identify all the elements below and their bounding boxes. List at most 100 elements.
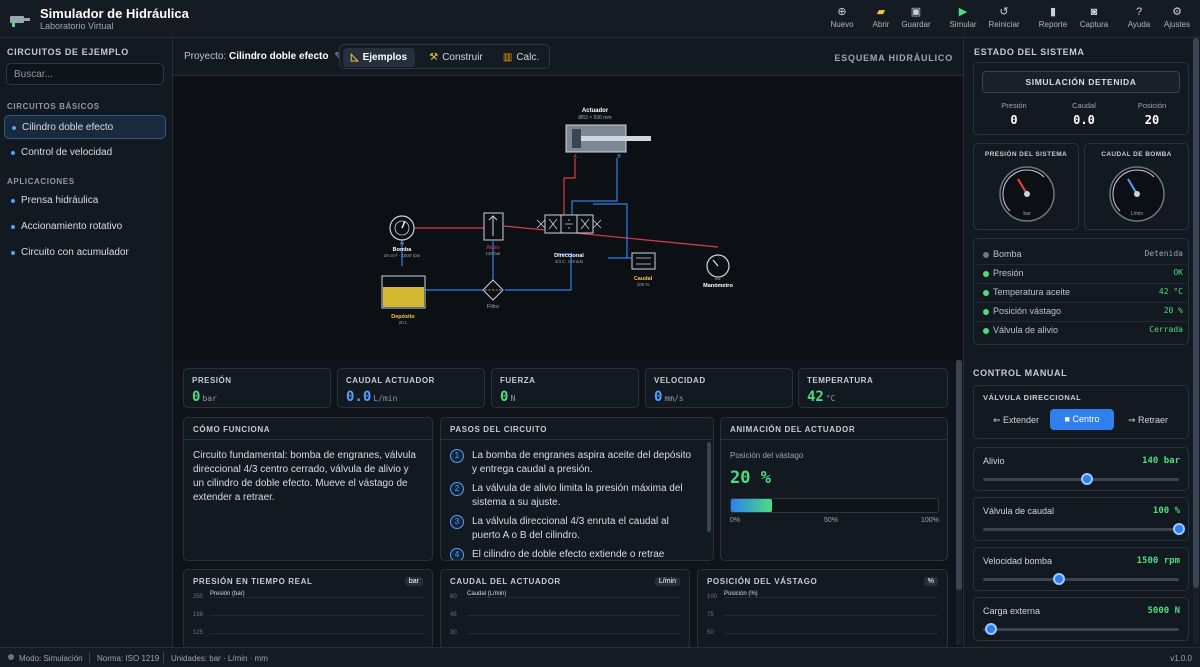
grid-line (467, 615, 681, 616)
unit-badge: bar (404, 577, 423, 586)
filter-symbol[interactable] (482, 279, 504, 301)
sidebar-item-rotativo[interactable]: Accionamiento rotativo (4, 215, 166, 239)
toolbar-reiniciar-button[interactable]: ↺ Reiniciar (984, 4, 1024, 34)
pressure-line-relief (503, 225, 719, 248)
extend-button[interactable]: ⇐ Extender (985, 410, 1047, 430)
sidebar-item-control-velocidad[interactable]: Control de velocidad (4, 141, 166, 165)
steps-panel: PASOS DEL CIRCUITO 1 La bomba de engranes… (440, 417, 714, 561)
reset-icon: ↺ (999, 6, 1009, 18)
gauge-title: PRESIÓN DEL SISTEMA (984, 151, 1068, 158)
grid-line (467, 633, 681, 634)
slider-track[interactable] (983, 628, 1179, 631)
button-label: Retraer (1138, 415, 1169, 425)
tank-symbol[interactable] (381, 275, 426, 309)
flow-spec: 100 % (637, 282, 650, 287)
grid-line (724, 597, 938, 598)
app-subtitle: Laboratorio Virtual (40, 21, 114, 31)
step-number: 2 (450, 482, 464, 496)
manometer-symbol[interactable] (706, 254, 730, 278)
slider-track[interactable] (983, 578, 1179, 581)
schematic-diagram: Actuador Ø63 × 500 mm A B M Bomba 19 cm³… (381, 108, 733, 325)
sidebar-item-acumulador[interactable]: Circuito con acumulador (4, 241, 166, 265)
filter-label: Filtro (487, 304, 499, 310)
project-bar: Proyecto: Cilindro doble efecto ✎ ◺Ejemp… (173, 38, 963, 76)
slider-2: Válvula de caudal 100 % (973, 497, 1189, 541)
step-text: El cilindro de doble efecto extiende o r… (472, 549, 665, 560)
stat-unit: bar (202, 394, 217, 403)
stat-value: 0 bar (192, 389, 217, 405)
main-scrollbar[interactable] (956, 360, 962, 645)
slider-value: 1500 rpm (1136, 556, 1180, 566)
y-tick: 125 (193, 630, 204, 636)
indicator-name: Presión (993, 268, 1024, 278)
tab-ejemplos[interactable]: ◺ Ejemplos (343, 48, 415, 67)
toolbar-simular-button[interactable]: ▶ Simular (943, 4, 983, 34)
sidebar-item-cilindro[interactable]: Cilindro doble efecto (4, 115, 166, 139)
app-logo-icon (10, 16, 30, 27)
stat-number: 0 (192, 389, 201, 405)
grid-line (210, 615, 424, 616)
gauge-title: CAUDAL DE BOMBA (1101, 151, 1172, 158)
toolbar-guardar-button[interactable]: ▣ Guardar (896, 4, 936, 34)
toolbar-label: Nuevo (830, 20, 854, 29)
rod (581, 136, 651, 141)
toolbar-abrir-button[interactable]: ▰ Abrir (861, 4, 901, 34)
valve-to-flow-line (593, 203, 628, 258)
actuator-spec: Ø63 × 500 mm (578, 115, 611, 121)
main-area: Proyecto: Cilindro doble efecto ✎ ◺Ejemp… (173, 38, 963, 649)
flow-gauge-card: CAUDAL DE BOMBA L/min (1084, 143, 1189, 230)
help-icon: ? (1135, 6, 1143, 18)
directional-valve-symbol[interactable] (536, 214, 602, 234)
pump-symbol[interactable] (389, 215, 415, 241)
sidebar-item-label: Prensa hidráulica (21, 195, 99, 206)
sidebar-item-prensa[interactable]: Prensa hidráulica (4, 189, 166, 213)
project-name: Cilindro doble efecto (229, 51, 329, 62)
tank-spec: 20 L (399, 320, 408, 325)
divider (977, 302, 1187, 303)
tab-calc[interactable]: ▥ Calc. (495, 48, 547, 67)
retract-button[interactable]: ⇒ Retraer (1117, 410, 1179, 430)
slider-track[interactable] (983, 528, 1179, 531)
bullet-icon (11, 225, 15, 229)
flow-control-symbol[interactable] (631, 252, 656, 270)
slider-thumb[interactable] (1053, 573, 1066, 585)
toolbar-ayuda-button[interactable]: ? Ayuda (1119, 4, 1159, 34)
step-item: 2 La válvula de alivio limita la presión … (450, 482, 692, 510)
grid-line (467, 597, 681, 598)
slider-1: Alivio 140 bar (973, 447, 1189, 491)
tab-construir[interactable]: ⚒ Construir (420, 48, 492, 67)
search-input[interactable] (6, 63, 164, 85)
step-item: 4 El cilindro de doble efecto extiende o … (450, 548, 692, 560)
center-button[interactable]: ■ Centro (1050, 409, 1114, 430)
y-tick: 75 (707, 612, 714, 618)
slider-label: Carga externa (983, 606, 1041, 616)
divider (977, 283, 1187, 284)
right-scrollbar[interactable] (1193, 38, 1199, 644)
slider-thumb[interactable] (984, 623, 997, 635)
toolbar-ajustes-button[interactable]: ⚙ Ajustes (1157, 4, 1197, 34)
position-chart-panel: POSICIÓN DEL VÁSTAGO % Posición (%) 100 … (697, 569, 948, 649)
toolbar-nuevo-button[interactable]: ⊕ Nuevo (822, 4, 862, 34)
relief-valve-symbol[interactable] (483, 212, 504, 241)
readout-value: 0 (1010, 113, 1018, 127)
schematic-canvas[interactable]: Actuador Ø63 × 500 mm A B M Bomba 19 cm³… (173, 76, 963, 360)
toolbar-captura-button[interactable]: ◙ Captura (1074, 4, 1114, 34)
stat-number: 0.0 (346, 389, 372, 405)
project-prefix: Proyecto: (184, 51, 227, 62)
slider-thumb[interactable] (1080, 473, 1093, 485)
status-norm: Norma: ISO 1219 (97, 654, 160, 663)
bullet-icon (11, 199, 15, 203)
toolbar-reporte-button[interactable]: ▮ Reporte (1033, 4, 1073, 34)
slider-thumb[interactable] (1173, 523, 1185, 535)
group-basic-heading: CIRCUITOS BÁSICOS (7, 102, 100, 111)
divider (977, 321, 1187, 322)
system-heading: ESTADO DEL SISTEMA (974, 47, 1085, 57)
stat-title: CAUDAL ACTUADOR (346, 376, 435, 385)
settings-icon: ⚙ (1172, 6, 1182, 18)
actuator-symbol[interactable] (565, 124, 651, 153)
tick-50: 50% (824, 517, 839, 524)
steps-scrollbar[interactable] (707, 442, 711, 532)
tab-label: Ejemplos (362, 52, 408, 63)
stat-value: 0.0 L/min (346, 389, 397, 405)
button-label: Extender (1003, 415, 1040, 425)
